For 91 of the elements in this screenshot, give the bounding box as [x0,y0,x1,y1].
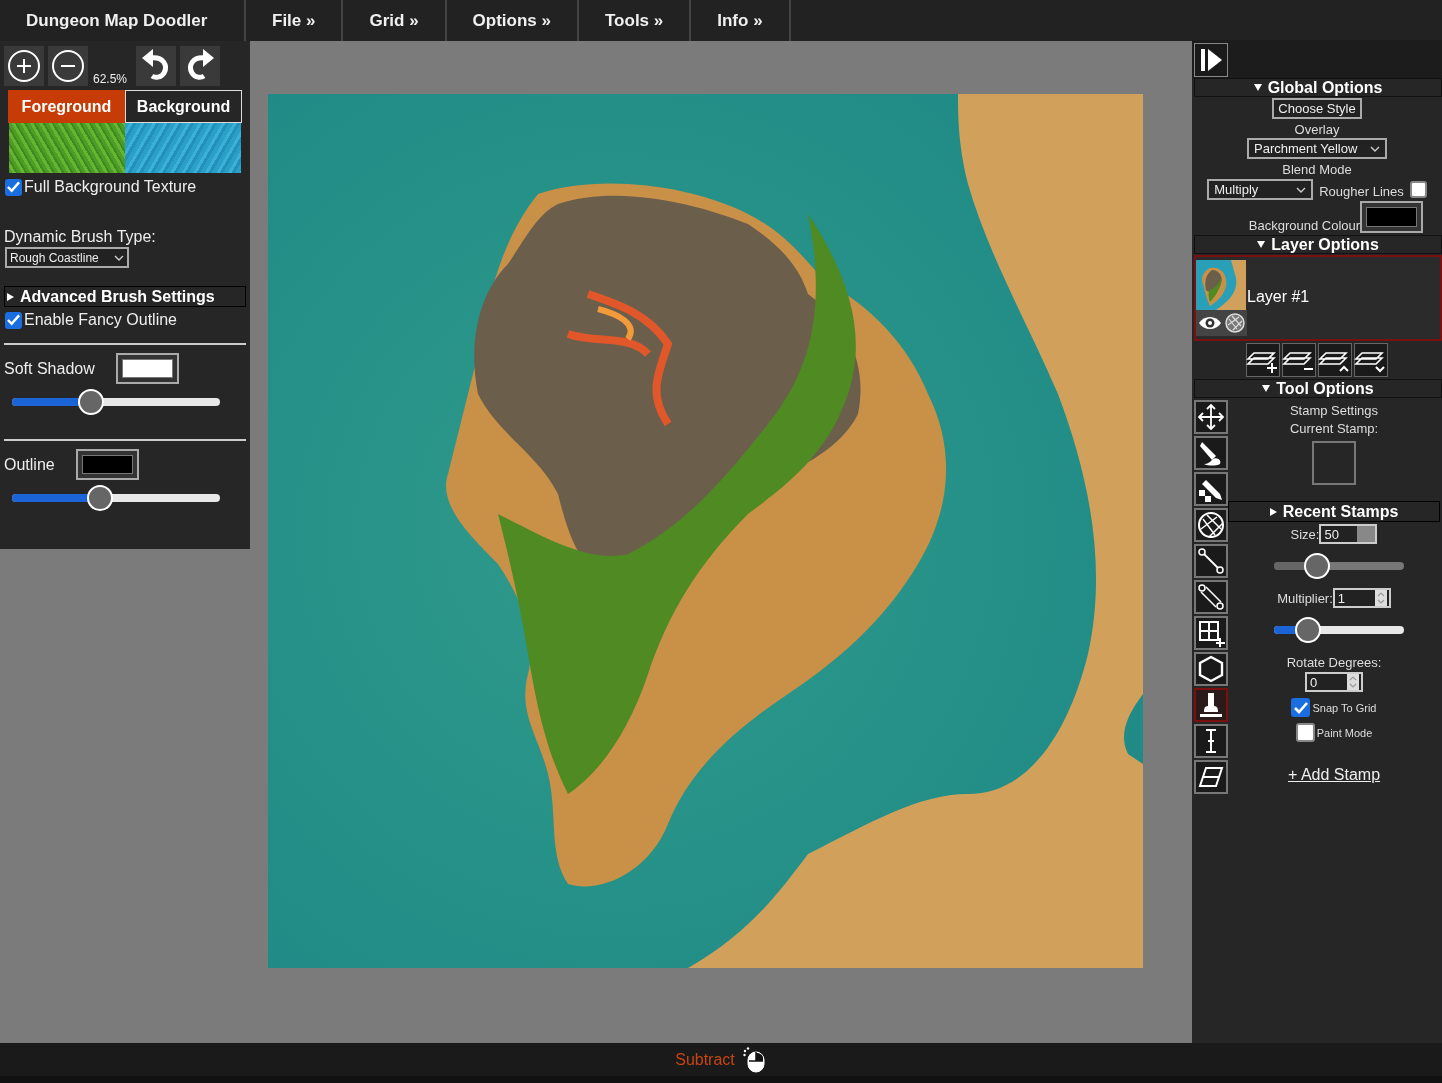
layer-thumbnail-drawing [1196,260,1246,310]
section-header[interactable]: Advanced Brush Settings [4,286,246,307]
path-icon[interactable] [1194,580,1228,614]
color-swatch[interactable] [115,353,179,384]
zoom-out-icon[interactable] [48,46,88,86]
stamp-icon[interactable] [1194,688,1228,722]
spinner-arrows-icon[interactable] [1374,590,1387,606]
menu-item[interactable]: Grid » [343,0,447,41]
texture-icon[interactable] [1225,313,1245,333]
field-label: Overlay [1294,122,1340,137]
tab[interactable]: Background [125,90,242,123]
checkbox-label: Enable Fancy Outline [24,311,177,329]
checkbox[interactable] [5,178,22,196]
tab[interactable]: Foreground [8,90,125,123]
undo-icon[interactable] [136,46,176,86]
text-cursor-icon[interactable] [1194,724,1228,758]
layer-up-icon[interactable] [1318,343,1352,377]
overlay-dropdown[interactable]: Parchment Yellow [1247,138,1387,159]
section-title: Recent Stamps [1282,502,1399,521]
rotate-field[interactable]: 0 [1305,672,1363,692]
collapse-panel-icon[interactable] [1194,43,1228,77]
chevron-down-icon [1296,186,1307,193]
menu-item[interactable]: Options » [446,0,579,41]
zoom-in-icon[interactable] [4,46,44,86]
section-title: Advanced Brush Settings [20,287,215,306]
field-label: Multiplier: [1277,590,1333,606]
brush-icon[interactable] [1194,436,1228,470]
grass-texture-swatch[interactable] [9,123,125,173]
add-stamp-link[interactable]: + Add Stamp [1287,766,1381,784]
current-stamp-preview[interactable] [1312,441,1356,485]
section-header[interactable]: Tool Options [1194,379,1442,398]
effect-label: Soft Shadow [4,359,95,378]
size-field[interactable]: 50 [1319,524,1378,544]
slider[interactable] [12,389,220,415]
redo-icon[interactable] [180,46,220,86]
zoom-level: 62.5% [93,72,129,86]
expand-triangle-icon[interactable] [1269,507,1277,516]
field-label: Size: [1290,526,1320,542]
blend-mode-dropdown[interactable]: Multiply [1207,179,1314,200]
water-texture-swatch[interactable] [125,123,241,173]
collapse-triangle-icon[interactable] [1253,84,1262,91]
mouse-icon [742,1046,767,1073]
field-label: Current Stamp: [1289,420,1379,438]
mode-label: Subtract [675,1050,735,1069]
slider[interactable] [1274,553,1404,579]
checkbox-label: Snap To Grid [1312,701,1377,714]
move-icon[interactable] [1194,400,1228,434]
checkbox[interactable] [1291,698,1311,717]
field-label: Blend Mode [1282,162,1352,177]
menu-item[interactable]: Tools » [579,0,692,41]
color-swatch[interactable] [1360,201,1424,233]
collapse-triangle-icon[interactable] [1257,241,1266,248]
island-map-drawing[interactable] [268,94,1143,968]
eye-icon[interactable] [1198,315,1222,331]
pencil-icon[interactable] [1194,472,1228,506]
checkbox[interactable] [5,311,22,329]
menu-item[interactable]: Info » [691,0,791,41]
checkbox[interactable] [1295,723,1315,742]
eraser-icon[interactable] [1194,760,1228,794]
layer-name: Layer #1 [1247,288,1310,306]
checkbox-label: Rougher Lines [1319,183,1404,199]
section-title: Layer Options [1271,235,1379,254]
slider[interactable] [1274,617,1404,643]
grid-add-icon[interactable] [1194,616,1228,650]
layer-down-icon[interactable] [1354,343,1388,377]
multiplier-field[interactable]: 1 [1332,588,1391,608]
section-header[interactable]: Layer Options [1194,235,1442,254]
chevron-down-icon [1370,145,1380,152]
field-label: Rotate Degrees: [1286,654,1382,672]
slider[interactable] [12,485,220,511]
collapse-triangle-icon[interactable] [1262,385,1271,392]
section-title: Tool Options [1276,379,1374,398]
brush-type-dropdown[interactable]: Rough Coastline [5,247,129,268]
settings-title: Stamp Settings [1289,402,1379,420]
color-swatch[interactable] [75,449,139,480]
checkbox-label: Paint Mode [1316,726,1373,739]
field-label: Dynamic Brush Type: [4,228,157,246]
layer-item[interactable]: Layer #1 [1194,255,1442,341]
choose-style-button[interactable]: Choose Style [1272,98,1362,119]
effect-label: Outline [4,455,55,474]
field-label: Background Colour [1248,218,1361,233]
remove-layer-icon[interactable] [1282,343,1316,377]
add-layer-icon[interactable] [1246,343,1280,377]
section-title: Global Options [1267,78,1383,97]
checkbox-label: Full Background Texture [24,178,197,196]
section-header[interactable]: Recent Stamps [1228,501,1440,522]
texture-icon[interactable] [1194,508,1228,542]
chevron-down-icon [114,254,124,261]
expand-triangle-icon[interactable] [7,292,14,301]
section-header[interactable]: Global Options [1194,78,1442,97]
checkbox[interactable] [1409,181,1427,198]
